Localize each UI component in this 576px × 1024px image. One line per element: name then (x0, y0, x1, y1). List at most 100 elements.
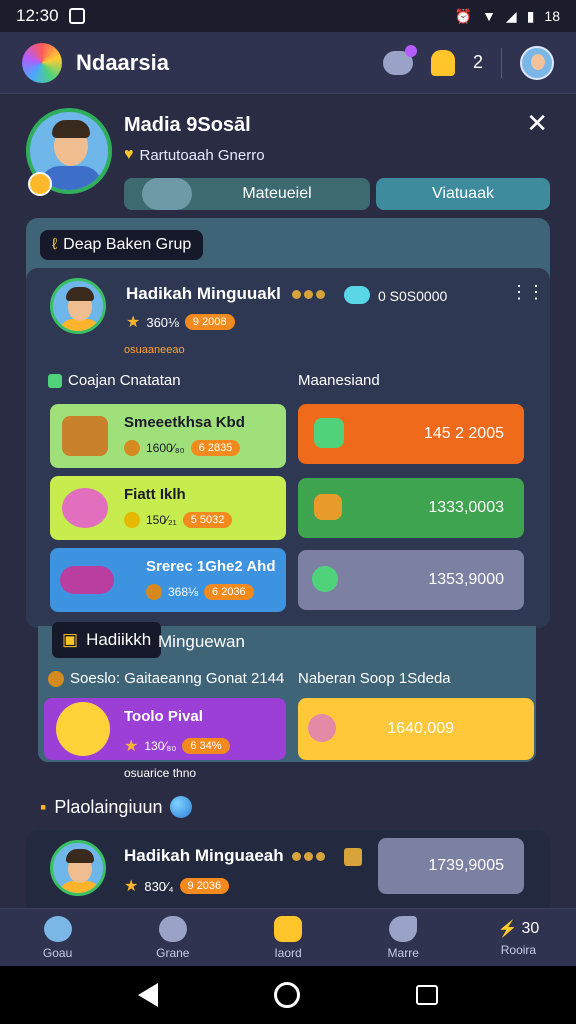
flag-icon: ▣ (62, 630, 79, 649)
nav-item-grane[interactable]: Grane (115, 909, 230, 966)
item-meta-text: 368⅛ (168, 585, 199, 599)
value-card[interactable]: 145 2 2005 (298, 404, 524, 464)
secondary-button[interactable]: Viatuaak (376, 178, 550, 210)
profile-subtitle-text: Rartutoaah Gnerro (139, 146, 265, 164)
battery-level: 18 (544, 8, 560, 24)
player-avatar[interactable] (50, 840, 106, 896)
battery-icon: ▮ (526, 7, 535, 24)
nav-item-iaord[interactable]: Iaord (230, 909, 345, 966)
system-nav-bar (0, 966, 576, 1024)
right-column-label: Maanesiand (298, 372, 380, 389)
heart-icon: ♥ (124, 146, 134, 163)
item-meta-text: 150⁄₂₁ (146, 513, 177, 527)
more-icon[interactable]: ⋮⋮ (510, 282, 545, 303)
section-two-sub-right: Naberan Soop 1Sdeda (298, 670, 451, 687)
app-logo-icon (22, 42, 62, 83)
secondary-button-label: Viatuaak (432, 185, 494, 202)
message-icon (389, 915, 418, 942)
bell-icon[interactable] (430, 49, 455, 76)
section-two-sub-left-text: Soeslo: Gaitaeanng Gonat 2144 (70, 670, 285, 687)
nav-item-rooira[interactable]: ⚡ 30 Rooira (461, 909, 576, 966)
member-chip: 9 2008 (184, 314, 235, 330)
player-value-card[interactable]: 1739,9005 (378, 838, 524, 894)
key-icon (344, 286, 370, 304)
nav-label: Grane (156, 945, 190, 960)
playing-card[interactable]: Hadikah Minguaeah ★ 830⁄₄ 9 2036 1739,90… (26, 830, 550, 910)
toggle-pill (142, 178, 192, 210)
nav-item-marre[interactable]: Marre (346, 909, 461, 966)
primary-button[interactable]: Mateueiel (124, 178, 370, 210)
chat-icon (158, 915, 187, 942)
coin-icon (124, 512, 140, 528)
item-title: Srerec 1Ghe2 Ahd (146, 558, 276, 575)
item-card[interactable]: Smeeetkhsa Kbd 1600⁄₈₀ 6 2835 (50, 404, 286, 468)
recent-apps-icon[interactable] (416, 985, 438, 1005)
member-balance: 0 S0S0000 (378, 288, 448, 304)
value-amount: 145 2 2005 (423, 425, 504, 442)
status-bar: 12:30 ⏰ ▼ ◢ ▮ 18 (0, 0, 576, 32)
back-icon[interactable] (138, 983, 158, 1007)
item-chip: 6 2835 (190, 440, 241, 456)
profile-name: Madia 9Sosāl (124, 114, 251, 136)
player-stars: 830⁄₄ (144, 878, 174, 894)
value-amount: 1333,0003 (428, 499, 504, 516)
nav-label: Rooira (500, 942, 537, 957)
item-card[interactable]: Fiatt Iklh 150⁄₂₁ 5 5032 (50, 476, 286, 540)
coin-icon (146, 584, 162, 600)
group-section: ℓ Deap Baken Grup Hadikah Minguuakl ★ 36… (26, 218, 550, 628)
profile-card: Madia 9Sosāl ♥ Rartutoaah Gnerro ✕ Mateu… (20, 100, 556, 216)
section-two-footnote: osuarice thno (124, 766, 197, 780)
value-card[interactable]: 1353,9000 (298, 550, 524, 610)
coins-icon (292, 290, 325, 299)
wifi-icon: ▼ (482, 8, 496, 24)
cake-icon (308, 714, 336, 742)
character-icon (56, 702, 110, 756)
section-two-card[interactable]: Toolo Pival ★ 130⁄₈₀ 6 34% (44, 698, 286, 760)
member-stars: 360⅛ (146, 314, 179, 330)
primary-button-label: Mateueiel (242, 185, 312, 202)
member-stats: ★ 360⅛ 9 2008 (126, 312, 235, 332)
close-icon[interactable]: ✕ (526, 110, 548, 136)
stats-icon: ⚡ (497, 920, 518, 938)
star-icon: ★ (126, 314, 141, 331)
nav-item-home[interactable]: Goau (0, 909, 115, 966)
globe-icon (170, 796, 193, 818)
nav-label: Marre (387, 945, 419, 960)
gem-icon (314, 418, 344, 448)
item-meta: 1600⁄₈₀ 6 2835 (124, 440, 241, 456)
item-meta: 150⁄₂₁ 5 5032 (124, 512, 233, 528)
section-two-value-card[interactable]: 1640,009 (298, 698, 534, 760)
value-amount: 1640,009 (387, 720, 454, 737)
nav-label: Iaord (274, 945, 302, 960)
member-avatar[interactable] (50, 278, 106, 334)
value-card[interactable]: 1333,0003 (298, 478, 524, 538)
item-title: Fiatt Iklh (124, 486, 186, 503)
section-two-tag-label: Hadiikkh (86, 630, 152, 649)
value-amount: 1353,9000 (428, 571, 504, 588)
chat-icon[interactable] (382, 44, 417, 75)
item-meta-text: 1600⁄₈₀ (146, 441, 185, 455)
bottom-nav: Goau Grane Iaord Marre ⚡ 30 Rooira (0, 908, 576, 966)
coin-icon (48, 670, 64, 687)
item-card[interactable]: Srerec 1Ghe2 Ahd 368⅛ 6 2036 (50, 548, 286, 612)
stats-badge: ⚡ 30 (498, 919, 540, 939)
member-name: Hadikah Minguuakl (126, 284, 281, 303)
item-chip: 6 2036 (204, 584, 254, 600)
section-two-sub-left: Soeslo: Gaitaeanng Gonat 2144 (48, 670, 284, 687)
player-stats: ★ 830⁄₄ 9 2036 (124, 876, 230, 896)
trophy-icon (344, 848, 362, 866)
star-icon: ★ (124, 878, 139, 895)
player-chip: 9 2036 (179, 878, 230, 894)
notification-icon (68, 8, 85, 24)
item-chip: 6 34% (182, 738, 230, 754)
check-icon (48, 373, 62, 388)
link-icon: ℓ (52, 236, 58, 253)
basket-icon (314, 494, 342, 520)
user-avatar-icon[interactable] (520, 45, 554, 80)
ball-icon (312, 566, 338, 592)
group-tag: ℓ Deap Baken Grup (40, 230, 204, 260)
left-column-label: Coajan Cnatatan (48, 372, 181, 389)
status-time: 12:30 (16, 6, 59, 25)
home-icon[interactable] (274, 982, 300, 1008)
group-tag-label: Deap Baken Grup (63, 236, 192, 253)
